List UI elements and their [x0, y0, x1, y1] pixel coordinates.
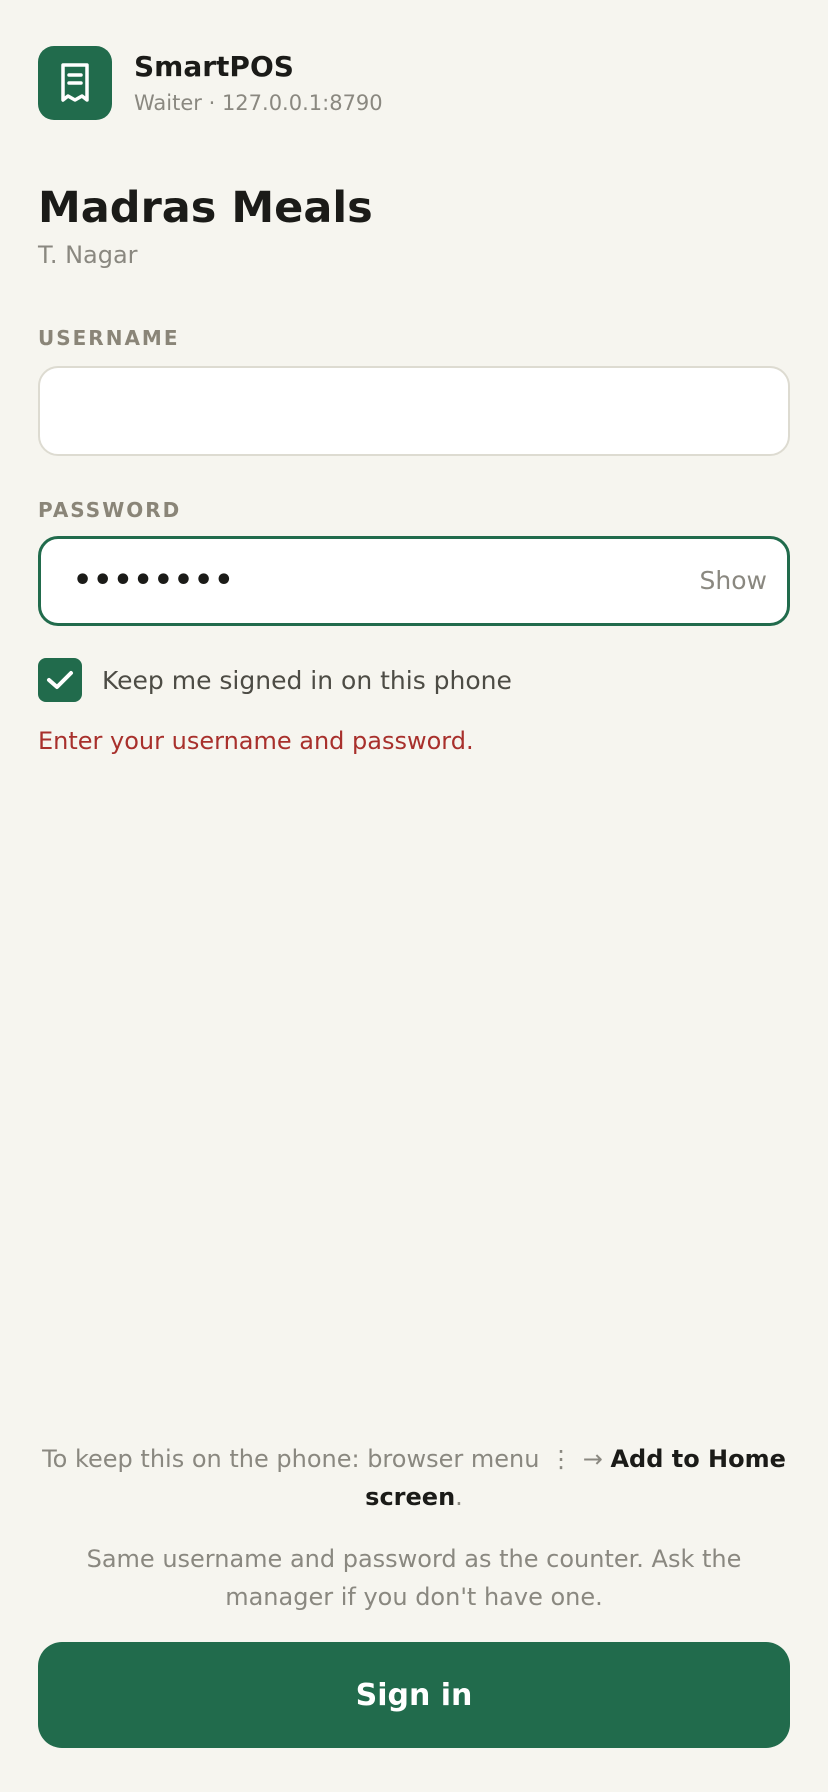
arrow-icon: → — [582, 1445, 603, 1473]
remember-me-checkbox[interactable] — [38, 658, 82, 702]
remember-me-option[interactable]: Keep me signed in on this phone — [38, 658, 512, 702]
app-name: SmartPOS — [134, 50, 294, 83]
checkmark-icon — [47, 671, 73, 689]
username-label: USERNAME — [38, 326, 180, 350]
username-field[interactable] — [40, 368, 788, 454]
show-password-button[interactable]: Show — [700, 539, 767, 623]
receipt-icon — [38, 46, 112, 120]
kebab-menu-icon: ⋮ — [549, 1445, 574, 1473]
install-hint-prefix: To keep this on the phone: browser menu — [42, 1445, 540, 1473]
error-message: Enter your username and password. — [38, 727, 474, 755]
install-hint-suffix: . — [455, 1483, 463, 1511]
password-field[interactable]: •••••••• Show — [38, 536, 790, 626]
restaurant-name: Madras Meals — [38, 183, 373, 233]
app-subtitle: Waiter · 127.0.0.1:8790 — [134, 91, 383, 115]
username-field-container — [38, 366, 790, 456]
help-text: Same username and password as the counte… — [86, 1545, 742, 1611]
password-masked-value: •••••••• — [73, 563, 235, 598]
app-meta: SmartPOS Waiter · 127.0.0.1:8790 — [134, 50, 383, 116]
app-header: SmartPOS Waiter · 127.0.0.1:8790 — [38, 46, 383, 120]
remember-me-label: Keep me signed in on this phone — [102, 665, 512, 695]
password-label: PASSWORD — [38, 498, 182, 522]
install-hint: To keep this on the phone: browser menu … — [38, 1440, 790, 1516]
restaurant-branch: T. Nagar — [38, 241, 138, 269]
sign-in-button[interactable]: Sign in — [38, 1642, 790, 1748]
